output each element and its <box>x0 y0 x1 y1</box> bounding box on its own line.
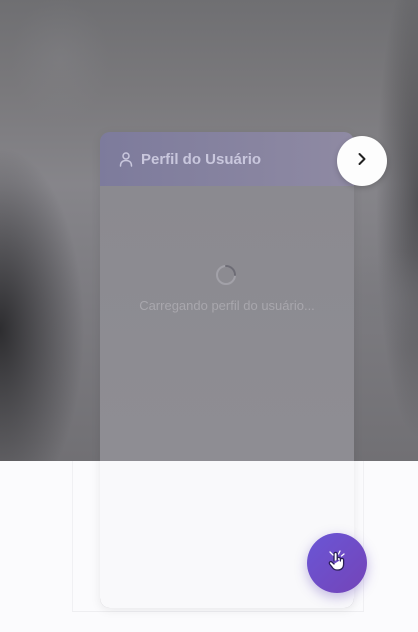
hand-pointer-icon <box>324 548 350 579</box>
next-button[interactable] <box>337 136 387 186</box>
divider <box>72 461 73 611</box>
chevron-right-icon <box>355 152 369 171</box>
floating-action-button[interactable] <box>307 533 367 593</box>
profile-panel-header: Perfil do Usuário <box>100 132 354 186</box>
profile-panel-title: Perfil do Usuário <box>141 150 262 168</box>
user-icon <box>118 151 134 167</box>
profile-panel-content-area <box>100 461 354 608</box>
profile-panel: Perfil do Usuário Carregando perfil do u… <box>100 132 354 608</box>
loading-spinner-icon <box>215 264 237 286</box>
divider <box>72 611 364 612</box>
loading-text: Carregando perfil do usuário... <box>139 298 315 313</box>
divider <box>363 461 364 611</box>
